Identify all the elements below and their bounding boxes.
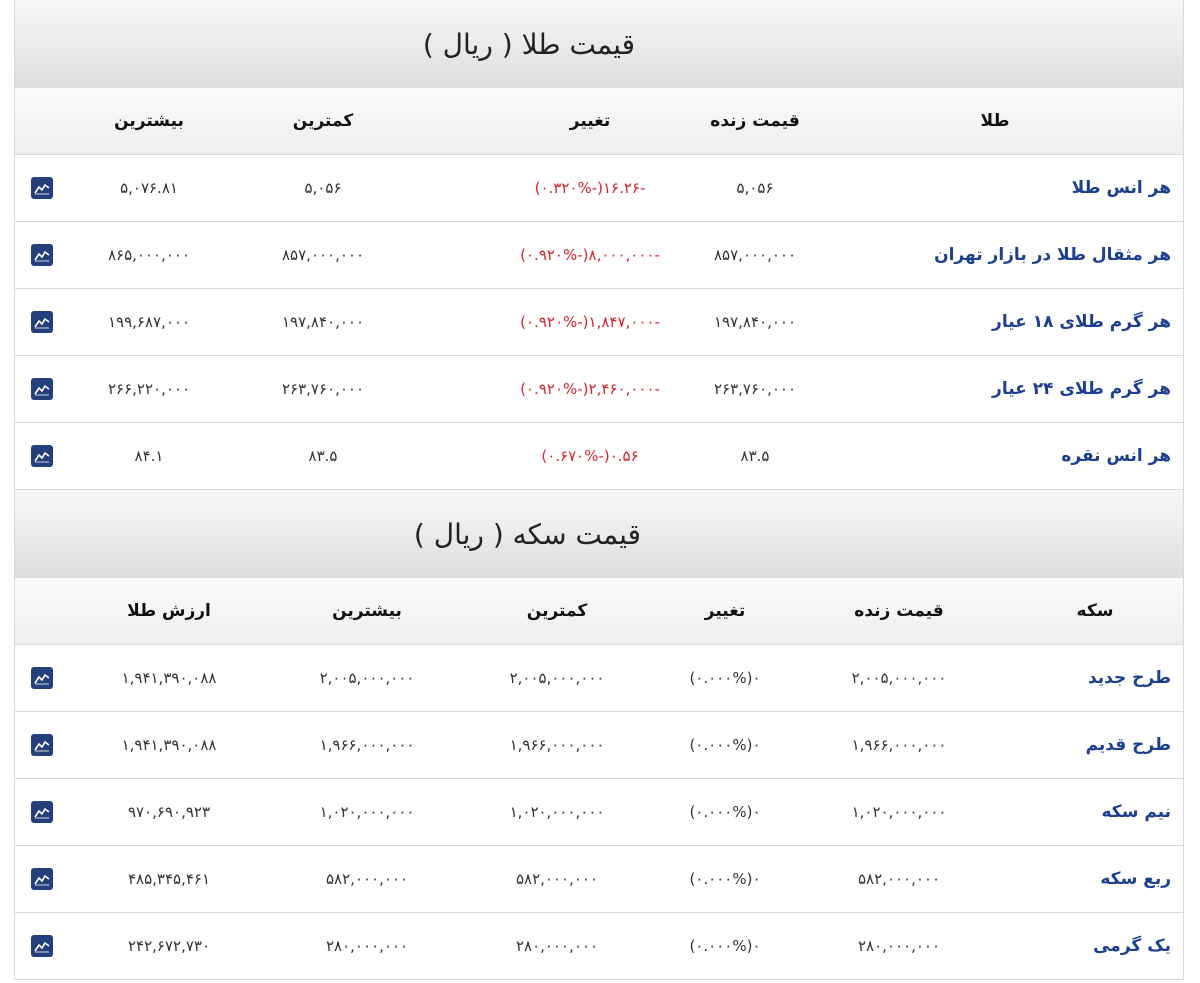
coin-title-text: قیمت سکه ( ریال ) (413, 517, 641, 551)
coin-min: ۲۸۰,۰۰۰,۰۰۰ (515, 937, 599, 955)
gold-change: -۲,۴۶۰,۰۰۰(-۰.۹۲۰%) (520, 380, 660, 398)
coin-live-price: ۲۸۰,۰۰۰,۰۰۰ (857, 937, 941, 955)
coin-max: ۱,۰۲۰,۰۰۰,۰۰۰ (319, 803, 415, 821)
chart-icon[interactable] (31, 311, 53, 333)
coin-live-price: ۱,۰۲۰,۰۰۰,۰۰۰ (851, 803, 947, 821)
gold-min: ۸۵۷,۰۰۰,۰۰۰ (281, 246, 365, 264)
coin-min: ۲,۰۰۵,۰۰۰,۰۰۰ (509, 669, 605, 687)
chart-icon[interactable] (31, 244, 53, 266)
coin-max: ۵۸۲,۰۰۰,۰۰۰ (325, 870, 409, 888)
gold-min: ۵,۰۵۶ (304, 179, 342, 197)
coin-header-min: کمترین (526, 601, 588, 621)
gold-header-max: بیشترین (114, 111, 184, 131)
gold-item-link[interactable]: هر مثقال طلا در بازار تهران (934, 222, 1171, 288)
gold-item-link[interactable]: هر انس نقره (1061, 423, 1171, 489)
gold-max: ۸۴.۱ (134, 447, 164, 465)
table-row: هر انس نقره ۸۳.۵ ۰.۵۶(-۰.۶۷۰%) ۸۳.۵ ۸۴.۱ (15, 423, 1183, 490)
gold-change: -۱۶.۲۶(-۰.۳۲۰%) (534, 179, 646, 197)
coin-section-title: قیمت سکه ( ریال ) (15, 490, 1183, 578)
coin-live-price: ۵۸۲,۰۰۰,۰۰۰ (857, 870, 941, 888)
gold-min: ۸۳.۵ (308, 447, 338, 465)
gold-change: -۸,۰۰۰,۰۰۰(-۰.۹۲۰%) (520, 246, 660, 264)
table-row: یک گرمی ۲۸۰,۰۰۰,۰۰۰ ۰(۰.۰۰۰%) ۲۸۰,۰۰۰,۰۰… (15, 913, 1183, 980)
table-row: ربع سکه ۵۸۲,۰۰۰,۰۰۰ ۰(۰.۰۰۰%) ۵۸۲,۰۰۰,۰۰… (15, 846, 1183, 913)
coin-item-link[interactable]: ربع سکه (1100, 846, 1171, 912)
coin-live-price: ۲,۰۰۵,۰۰۰,۰۰۰ (851, 669, 947, 687)
chart-icon[interactable] (31, 734, 53, 756)
coin-item-link[interactable]: طرح جدید (1088, 645, 1171, 711)
coin-item-link[interactable]: طرح قدیم (1086, 712, 1171, 778)
gold-max: ۸۶۵,۰۰۰,۰۰۰ (107, 246, 191, 264)
chart-icon[interactable] (31, 177, 53, 199)
coin-max: ۲,۰۰۵,۰۰۰,۰۰۰ (319, 669, 415, 687)
coin-max: ۲۸۰,۰۰۰,۰۰۰ (325, 937, 409, 955)
coin-header-live: قیمت زنده (854, 601, 944, 621)
table-row: طرح قدیم ۱,۹۶۶,۰۰۰,۰۰۰ ۰(۰.۰۰۰%) ۱,۹۶۶,۰… (15, 712, 1183, 779)
chart-icon[interactable] (31, 378, 53, 400)
chart-icon[interactable] (31, 667, 53, 689)
gold-title-text: قیمت طلا ( ریال ) (422, 27, 635, 61)
table-row: هر مثقال طلا در بازار تهران ۸۵۷,۰۰۰,۰۰۰ … (15, 222, 1183, 289)
coin-min: ۱,۹۶۶,۰۰۰,۰۰۰ (509, 736, 605, 754)
coin-header-name: سکه (1076, 601, 1114, 621)
gold-change: ۰.۵۶(-۰.۶۷۰%) (541, 447, 639, 465)
gold-max: ۵,۰۷۶.۸۱ (120, 179, 178, 197)
coin-change: ۰(۰.۰۰۰%) (689, 937, 761, 955)
coin-change: ۰(۰.۰۰۰%) (689, 870, 761, 888)
table-row: نیم سکه ۱,۰۲۰,۰۰۰,۰۰۰ ۰(۰.۰۰۰%) ۱,۰۲۰,۰۰… (15, 779, 1183, 846)
coin-item-link[interactable]: نیم سکه (1102, 779, 1172, 845)
coin-gold-value: ۴۸۵,۳۴۵,۴۶۱ (127, 870, 211, 888)
coin-gold-value: ۱,۹۴۱,۳۹۰,۰۸۸ (121, 736, 217, 754)
coin-gold-value: ۱,۹۴۱,۳۹۰,۰۸۸ (121, 669, 217, 687)
gold-min: ۲۶۳,۷۶۰,۰۰۰ (281, 380, 365, 398)
table-row: هر گرم طلای ۱۸ عیار ۱۹۷,۸۴۰,۰۰۰ -۱,۸۴۷,۰… (15, 289, 1183, 356)
table-row: هر انس طلا ۵,۰۵۶ -۱۶.۲۶(-۰.۳۲۰%) ۵,۰۵۶ ۵… (15, 155, 1183, 222)
gold-header-row: طلا قیمت زنده تغییر کمترین بیشترین (15, 88, 1183, 155)
gold-section-title: قیمت طلا ( ریال ) (15, 0, 1183, 88)
coin-max: ۱,۹۶۶,۰۰۰,۰۰۰ (319, 736, 415, 754)
gold-header-min: کمترین (292, 111, 354, 131)
table-row: طرح جدید ۲,۰۰۵,۰۰۰,۰۰۰ ۰(۰.۰۰۰%) ۲,۰۰۵,۰… (15, 645, 1183, 712)
gold-header-change: تغییر (569, 111, 611, 131)
coin-change: ۰(۰.۰۰۰%) (689, 803, 761, 821)
coin-min: ۱,۰۲۰,۰۰۰,۰۰۰ (509, 803, 605, 821)
coin-min: ۵۸۲,۰۰۰,۰۰۰ (515, 870, 599, 888)
coin-header-value: ارزش طلا (127, 601, 211, 621)
gold-min: ۱۹۷,۸۴۰,۰۰۰ (281, 313, 365, 331)
chart-icon[interactable] (31, 445, 53, 467)
coin-header-change: تغییر (704, 601, 746, 621)
gold-max: ۱۹۹,۶۸۷,۰۰۰ (107, 313, 191, 331)
coin-change: ۰(۰.۰۰۰%) (689, 669, 761, 687)
gold-item-link[interactable]: هر گرم طلای ۲۴ عیار (992, 356, 1171, 422)
gold-item-link[interactable]: هر انس طلا (1072, 155, 1171, 221)
coin-gold-value: ۹۷۰,۶۹۰,۹۲۳ (127, 803, 211, 821)
coin-item-link[interactable]: یک گرمی (1093, 913, 1171, 979)
coin-live-price: ۱,۹۶۶,۰۰۰,۰۰۰ (851, 736, 947, 754)
gold-header-name: طلا (980, 111, 1010, 131)
chart-icon[interactable] (31, 868, 53, 890)
chart-icon[interactable] (31, 935, 53, 957)
coin-header-row: سکه قیمت زنده تغییر کمترین بیشترین ارزش … (15, 578, 1183, 645)
chart-icon[interactable] (31, 801, 53, 823)
gold-change: -۱,۸۴۷,۰۰۰(-۰.۹۲۰%) (520, 313, 660, 331)
coin-gold-value: ۲۴۲,۶۷۲,۷۳۰ (127, 937, 211, 955)
gold-item-link[interactable]: هر گرم طلای ۱۸ عیار (992, 289, 1171, 355)
table-row: هر گرم طلای ۲۴ عیار ۲۶۳,۷۶۰,۰۰۰ -۲,۴۶۰,۰… (15, 356, 1183, 423)
gold-max: ۲۶۶,۲۲۰,۰۰۰ (107, 380, 191, 398)
coin-change: ۰(۰.۰۰۰%) (689, 736, 761, 754)
price-tables: قیمت طلا ( ریال ) طلا قیمت زنده تغییر کم… (14, 0, 1184, 980)
coin-header-max: بیشترین (332, 601, 402, 621)
